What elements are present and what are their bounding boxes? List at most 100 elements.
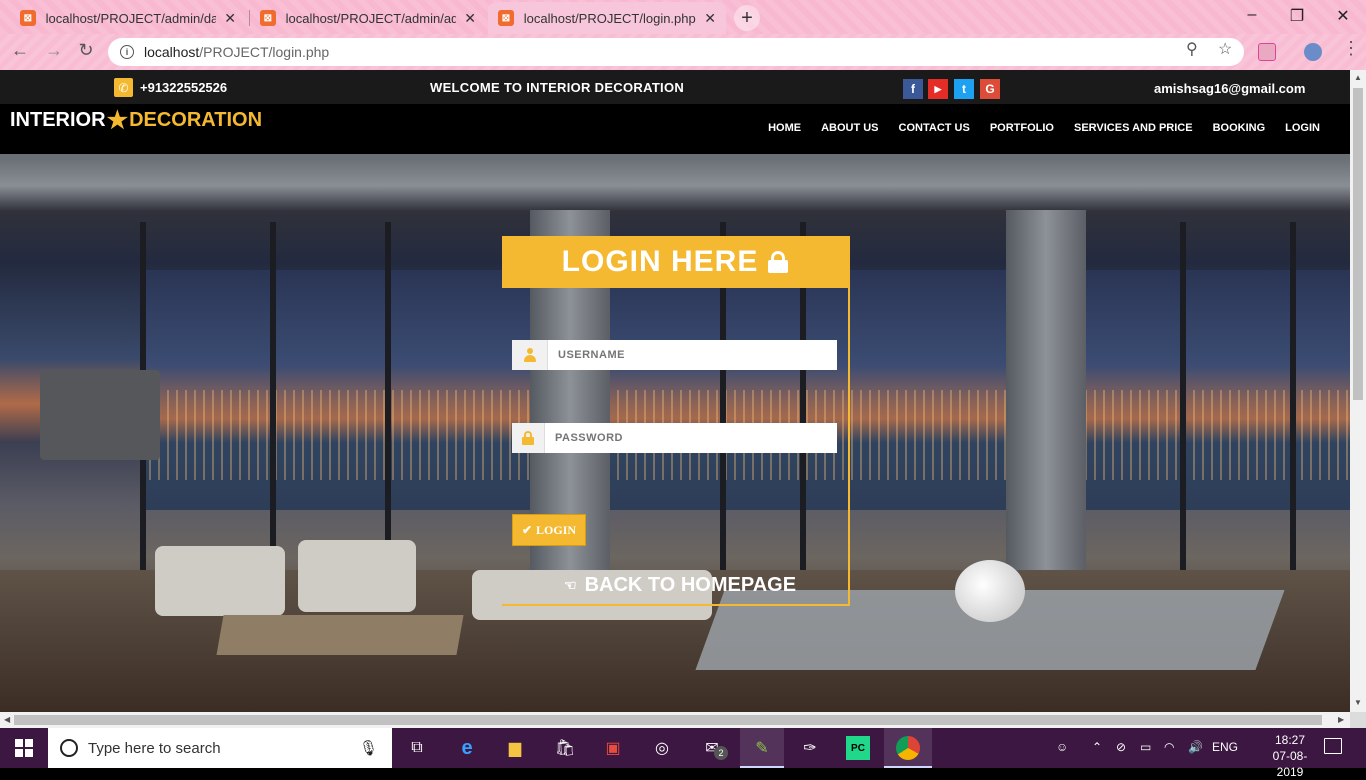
groove-music-icon[interactable]: ◎: [650, 736, 674, 760]
xampp-favicon-icon: ⊠: [498, 10, 514, 26]
user-icon: [512, 340, 548, 370]
coffee-table: [216, 615, 464, 655]
tab-title: localhost/PROJECT/login.php: [523, 10, 696, 26]
tab-close-icon[interactable]: ✕: [224, 10, 236, 27]
armchair: [155, 546, 285, 616]
tab-close-icon[interactable]: ✕: [704, 10, 716, 27]
scroll-right-arrow-icon[interactable]: ▶: [1338, 715, 1344, 724]
address-bar[interactable]: i localhost/PROJECT/login.php: [108, 38, 1244, 66]
login-button-label: LOGIN: [536, 522, 577, 537]
chrome-icon[interactable]: [896, 736, 920, 760]
horizontal-scroll-thumb[interactable]: [14, 715, 1322, 725]
google-plus-icon[interactable]: G: [980, 79, 1000, 99]
close-window-icon[interactable]: ✕: [1333, 6, 1353, 26]
nav-links: HOME ABOUT US CONTACT US PORTFOLIO SERVI…: [768, 122, 1320, 134]
edge-browser-icon[interactable]: e: [455, 736, 479, 760]
minimize-window-icon[interactable]: –: [1242, 6, 1262, 24]
language-indicator[interactable]: ENG: [1212, 740, 1238, 754]
new-tab-button[interactable]: +: [734, 5, 760, 31]
vertical-scroll-thumb[interactable]: [1353, 88, 1363, 400]
login-header: LOGIN HERE: [502, 236, 848, 288]
username-field: [512, 340, 837, 370]
nav-home[interactable]: HOME: [768, 122, 801, 134]
browser-toolbar: ← → ↻ i localhost/PROJECT/login.php ⚲ ☆ …: [0, 34, 1366, 70]
nav-contact-us[interactable]: CONTACT US: [899, 122, 970, 134]
site-logo[interactable]: INTERIOR ★ DECORATION: [10, 106, 262, 135]
menu-kebab-icon[interactable]: ⋮: [1342, 38, 1360, 59]
restore-window-icon[interactable]: ❐: [1287, 6, 1307, 26]
url-host: localhost: [144, 44, 200, 60]
task-view-icon[interactable]: ⧉: [405, 736, 429, 760]
star-icon: ★: [106, 107, 129, 134]
network-error-icon[interactable]: ⊘: [1116, 740, 1126, 754]
wifi-icon[interactable]: ◠: [1164, 740, 1174, 754]
pen-tool-icon[interactable]: ✑: [798, 736, 822, 760]
volume-icon[interactable]: 🔊: [1188, 740, 1203, 754]
xampp-favicon-icon: ⊠: [260, 10, 276, 26]
store-icon[interactable]: 🛍: [553, 736, 577, 760]
password-field: [512, 423, 837, 453]
phone-number: +91322552526: [140, 80, 228, 95]
youtube-icon[interactable]: ▶: [928, 79, 948, 99]
tab-close-icon[interactable]: ✕: [464, 10, 476, 27]
windows-taskbar: Type here to search 🎙 ⧉ e ▆ 🛍 ▣ ◎ ✉ 2 ✎ …: [0, 728, 1366, 779]
notepad-plus-plus-icon[interactable]: ✎: [750, 736, 774, 760]
battery-icon[interactable]: ▭: [1140, 740, 1151, 754]
scroll-up-arrow-icon[interactable]: ▲: [1354, 73, 1362, 82]
system-clock[interactable]: 18:27 07-08-2019: [1262, 732, 1318, 780]
twitter-icon[interactable]: t: [954, 79, 974, 99]
back-to-homepage-link[interactable]: ☜ BACK TO HOMEPAGE: [564, 574, 796, 597]
nav-booking[interactable]: BOOKING: [1213, 122, 1266, 134]
check-icon: ✔: [521, 522, 533, 537]
nav-login[interactable]: LOGIN: [1285, 122, 1320, 134]
taskbar-search[interactable]: Type here to search 🎙: [48, 728, 392, 768]
tab-title: localhost/PROJECT/admin/admin: [285, 10, 457, 26]
scroll-down-arrow-icon[interactable]: ▼: [1354, 698, 1362, 707]
browser-tab-active[interactable]: ⊠ localhost/PROJECT/login.php ✕: [488, 2, 726, 34]
xampp-favicon-icon: ⊠: [20, 10, 36, 26]
username-input[interactable]: [548, 340, 837, 370]
site-info-icon[interactable]: i: [120, 45, 134, 59]
top-info-bar: ✆ +91322552526 WELCOME TO INTERIOR DECOR…: [0, 70, 1350, 104]
clock-date: 07-08-2019: [1272, 749, 1308, 779]
reload-icon[interactable]: ↻: [74, 40, 98, 61]
site-navbar: INTERIOR ★ DECORATION HOME ABOUT US CONT…: [0, 104, 1350, 154]
file-explorer-icon[interactable]: ▆: [503, 736, 527, 760]
vertical-scrollbar[interactable]: ▲ ▼: [1350, 70, 1366, 712]
extension-icon[interactable]: [1258, 43, 1276, 61]
nav-portfolio[interactable]: PORTFOLIO: [990, 122, 1054, 134]
scroll-left-arrow-icon[interactable]: ◀: [4, 715, 10, 724]
login-panel: LOGIN HERE ✔ LOGIN ☜ BACK TO HOMEPAGE: [502, 236, 850, 606]
gift-app-icon[interactable]: ▣: [601, 736, 625, 760]
browser-tab[interactable]: ⊠ localhost/PROJECT/admin/admin ✕: [250, 2, 486, 34]
contact-email: amishsag16@gmail.com: [1154, 81, 1306, 96]
welcome-text: WELCOME TO INTERIOR DECORATION: [430, 80, 685, 95]
people-icon[interactable]: ☺: [1056, 740, 1068, 754]
hand-pointer-icon: ☜: [564, 577, 577, 593]
forward-arrow-icon[interactable]: →: [42, 40, 66, 61]
password-input[interactable]: [545, 423, 837, 453]
lock-icon: [768, 251, 789, 273]
bookmark-star-icon[interactable]: ☆: [1218, 39, 1232, 59]
back-arrow-icon[interactable]: ←: [8, 40, 32, 61]
zoom-icon[interactable]: ⚲: [1186, 39, 1198, 59]
browser-tab-strip: ⊠ localhost/PROJECT/admin/dashb ✕ ⊠ loca…: [0, 0, 1366, 34]
microphone-icon[interactable]: 🎙: [359, 739, 378, 757]
profile-avatar-icon[interactable]: [1304, 43, 1322, 61]
tab-title: localhost/PROJECT/admin/dashb: [45, 10, 217, 26]
search-placeholder: Type here to search: [88, 739, 221, 757]
page-viewport: ✆ +91322552526 WELCOME TO INTERIOR DECOR…: [0, 70, 1350, 712]
floor-lamp-shade: [40, 370, 160, 460]
pycharm-icon[interactable]: PC: [846, 736, 870, 760]
nav-services-and-price[interactable]: SERVICES AND PRICE: [1074, 122, 1193, 134]
browser-tab[interactable]: ⊠ localhost/PROJECT/admin/dashb ✕: [10, 2, 246, 34]
action-center-icon[interactable]: [1324, 738, 1342, 754]
back-to-homepage-label: BACK TO HOMEPAGE: [584, 574, 797, 596]
facebook-icon[interactable]: f: [903, 79, 923, 99]
start-button[interactable]: [0, 728, 48, 768]
show-hidden-icons-chevron-icon[interactable]: ⌃: [1092, 740, 1102, 754]
password-lock-icon: [512, 423, 545, 453]
login-button[interactable]: ✔ LOGIN: [512, 514, 586, 546]
nav-about-us[interactable]: ABOUT US: [821, 122, 878, 134]
horizontal-scrollbar[interactable]: ◀ ▶: [0, 712, 1350, 728]
